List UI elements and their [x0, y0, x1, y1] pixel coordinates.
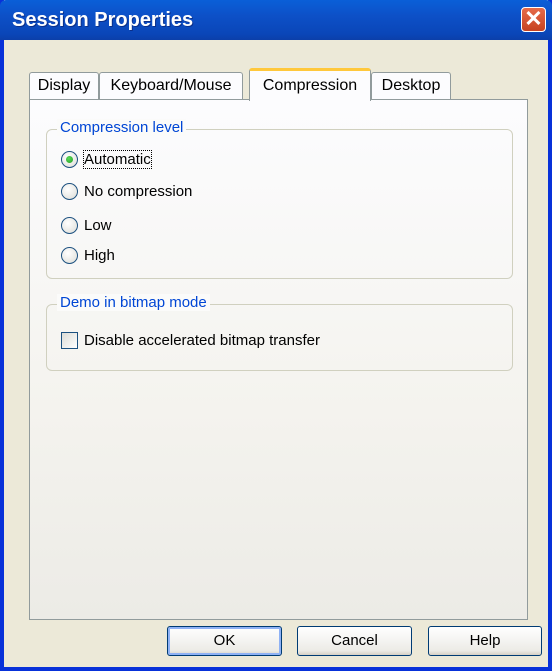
demo-bitmap-group: Demo in bitmap mode Disable accelerated … — [46, 294, 513, 371]
session-properties-dialog: Session Properties ✕ Display Keyboard/Mo… — [0, 0, 552, 671]
close-icon: ✕ — [524, 6, 543, 31]
radio-automatic-label[interactable]: Automatic — [83, 149, 152, 169]
disable-accelerated-checkbox-row[interactable]: Disable accelerated bitmap transfer — [61, 329, 320, 351]
radio-circle-icon[interactable] — [61, 216, 78, 234]
close-button[interactable]: ✕ — [521, 6, 546, 32]
radio-circle-icon[interactable] — [61, 182, 78, 200]
dialog-title: Session Properties — [12, 9, 194, 31]
radio-circle-icon[interactable] — [61, 246, 78, 264]
tab-display[interactable]: Display — [29, 72, 99, 99]
title-bar[interactable]: Session Properties ✕ — [0, 0, 552, 40]
radio-circle-checked-icon[interactable] — [61, 150, 78, 168]
compression-tab-panel: Compression level Automatic No compressi… — [29, 99, 528, 620]
radio-high-label[interactable]: High — [84, 247, 115, 264]
help-button[interactable]: Help — [428, 626, 542, 656]
radio-low[interactable]: Low — [61, 214, 112, 236]
radio-low-label[interactable]: Low — [84, 217, 112, 234]
demo-bitmap-legend: Demo in bitmap mode — [57, 294, 210, 311]
tab-keyboard-mouse[interactable]: Keyboard/Mouse — [99, 72, 243, 99]
disable-accelerated-label[interactable]: Disable accelerated bitmap transfer — [84, 332, 320, 349]
radio-no-compression-label[interactable]: No compression — [84, 183, 192, 200]
radio-high[interactable]: High — [61, 244, 115, 266]
checkbox-icon[interactable] — [61, 331, 78, 349]
ok-button[interactable]: OK — [167, 626, 282, 656]
cancel-button[interactable]: Cancel — [297, 626, 412, 656]
radio-automatic[interactable]: Automatic — [61, 148, 152, 170]
radio-no-compression[interactable]: No compression — [61, 180, 192, 202]
tab-desktop[interactable]: Desktop — [371, 72, 451, 99]
compression-level-group: Compression level Automatic No compressi… — [46, 119, 513, 279]
compression-level-legend: Compression level — [57, 119, 187, 136]
tab-compression[interactable]: Compression — [249, 68, 371, 101]
